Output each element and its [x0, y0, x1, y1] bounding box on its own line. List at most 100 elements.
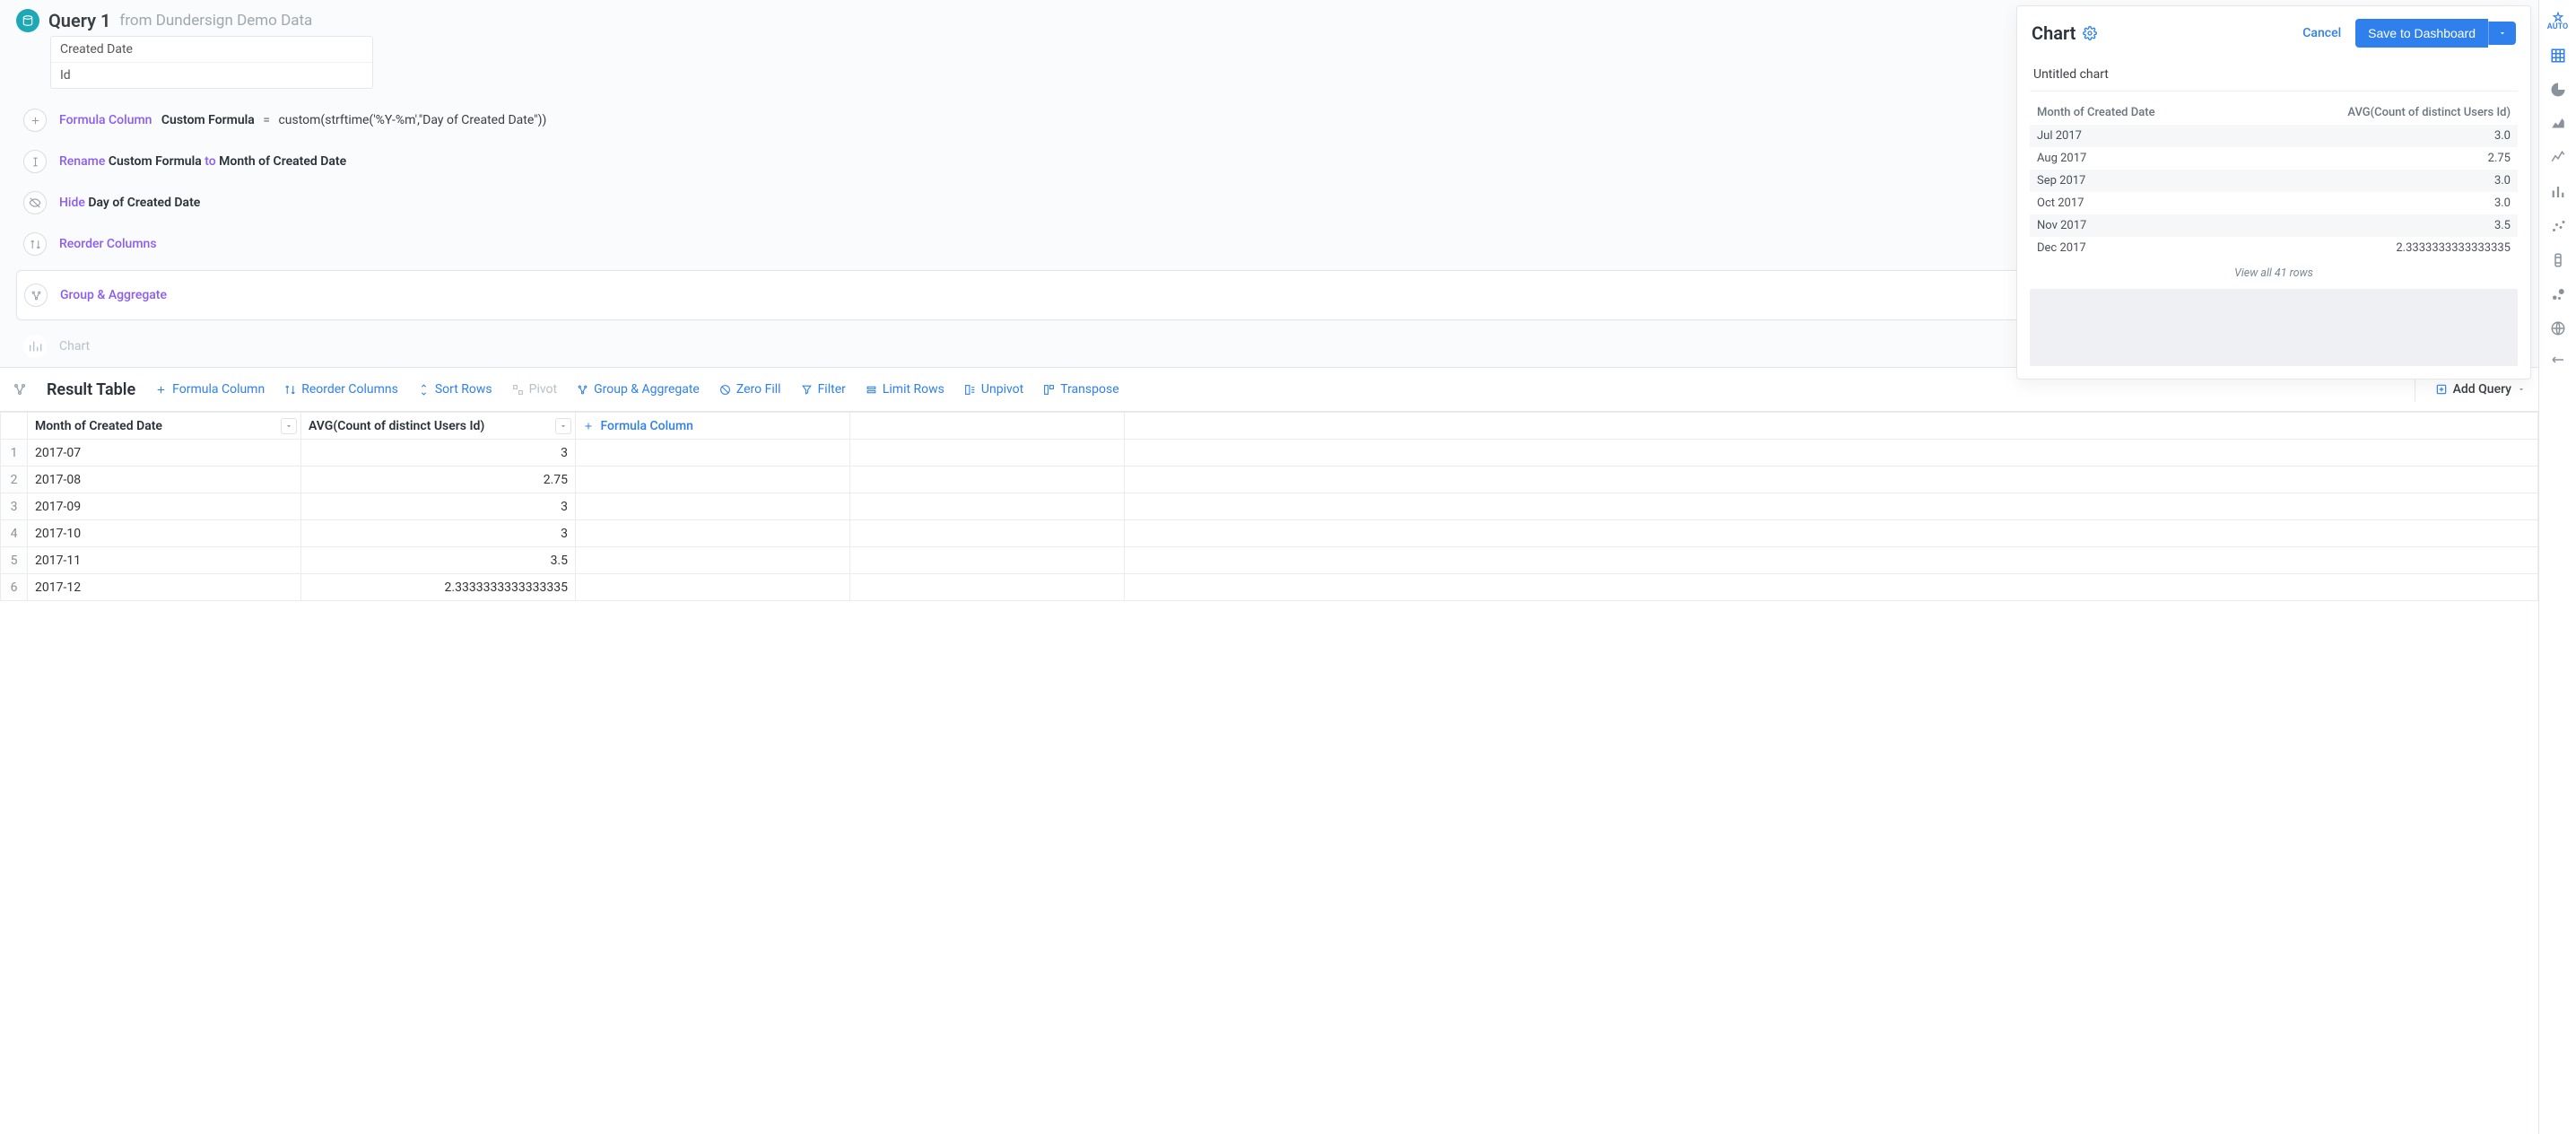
save-to-dashboard-button[interactable]: Save to Dashboard — [2355, 19, 2488, 48]
column-item[interactable]: Created Date — [51, 37, 372, 63]
table-row[interactable]: 42017-103 — [1, 520, 2538, 547]
line-chart-button[interactable] — [2541, 142, 2575, 174]
chart-panel-title: Chart — [2032, 22, 2076, 44]
column-header-month[interactable]: Month of Created Date — [28, 413, 301, 440]
result-table-grid[interactable]: Month of Created Date AVG(Count of disti… — [0, 411, 2538, 1134]
chart-cell-month: Dec 2017 — [2030, 237, 2239, 259]
chart-preview-row[interactable]: Nov 20173.5 — [2030, 214, 2518, 237]
result-table-title: Result Table — [47, 380, 135, 399]
save-dropdown-button[interactable] — [2488, 22, 2516, 45]
auto-chart-button[interactable]: AUTO — [2541, 5, 2575, 38]
chart-preview-row[interactable]: Oct 20173.0 — [2030, 192, 2518, 214]
cell-value[interactable]: 3.5 — [301, 547, 576, 574]
column-header-formula[interactable]: Formula Column — [576, 413, 850, 440]
query-source-icon[interactable] — [16, 9, 39, 32]
cell-month[interactable]: 2017-08 — [28, 467, 301, 493]
table-row[interactable]: 22017-082.75 — [1, 467, 2538, 493]
cell-month[interactable]: 2017-07 — [28, 440, 301, 467]
chart-type-rail: AUTO — [2538, 0, 2576, 1134]
chevron-down-icon[interactable] — [281, 418, 297, 434]
unpivot-action[interactable]: Unpivot — [964, 382, 1023, 397]
cell-value[interactable]: 3 — [301, 440, 576, 467]
group-icon[interactable] — [24, 284, 48, 307]
row-number: 6 — [1, 574, 28, 601]
table-row[interactable]: 32017-093 — [1, 493, 2538, 520]
sort-rows-action[interactable]: Sort Rows — [418, 382, 492, 397]
transpose-action[interactable]: Transpose — [1043, 382, 1118, 397]
query-columns-list[interactable]: Created Date Id — [50, 36, 373, 89]
group-aggregate-action[interactable]: Group & Aggregate — [577, 382, 700, 397]
query-source[interactable]: from Dundersign Demo Data — [119, 12, 312, 30]
eye-off-icon[interactable] — [23, 191, 47, 214]
cell-value[interactable]: 2.3333333333333335 — [301, 574, 576, 601]
scatter-chart-button[interactable] — [2541, 210, 2575, 242]
table-row[interactable]: 62017-122.3333333333333335 — [1, 574, 2538, 601]
chart-preview-row[interactable]: Dec 20172.3333333333333335 — [2030, 237, 2518, 259]
step-label: Rename — [59, 154, 105, 169]
empty-cell — [1125, 467, 2538, 493]
column-header-label: Formula Column — [600, 419, 692, 433]
view-all-rows-link[interactable]: View all 41 rows — [2030, 259, 2518, 285]
empty-cell — [576, 440, 850, 467]
chart-preview-row[interactable]: Sep 20173.0 — [2030, 170, 2518, 192]
chart-cell-value: 2.3333333333333335 — [2239, 237, 2518, 259]
pie-chart-button[interactable] — [2541, 74, 2575, 106]
empty-cell — [850, 547, 1125, 574]
cell-value[interactable]: 2.75 — [301, 467, 576, 493]
formula-column-action[interactable]: Formula Column — [155, 382, 265, 397]
action-label: Filter — [818, 382, 846, 397]
reorder-icon[interactable] — [23, 232, 47, 256]
table-chart-button[interactable] — [2541, 39, 2575, 72]
table-row[interactable]: 12017-073 — [1, 440, 2538, 467]
rename-icon[interactable] — [23, 150, 47, 173]
plus-icon[interactable] — [23, 109, 47, 132]
filter-action[interactable]: Filter — [801, 382, 846, 397]
cell-month[interactable]: 2017-12 — [28, 574, 301, 601]
area-chart-button[interactable] — [2541, 108, 2575, 140]
empty-cell — [850, 440, 1125, 467]
empty-cell — [850, 493, 1125, 520]
rename-to-kw: to — [205, 154, 215, 169]
empty-cell — [850, 574, 1125, 601]
bar-chart-icon[interactable] — [23, 335, 47, 358]
cell-value[interactable]: 3 — [301, 520, 576, 547]
empty-cell — [576, 547, 850, 574]
reorder-columns-action[interactable]: Reorder Columns — [284, 382, 398, 397]
chart-name-input[interactable]: Untitled chart — [2030, 58, 2518, 92]
step-label: Group & Aggregate — [60, 288, 167, 302]
chevron-down-icon[interactable] — [555, 418, 571, 434]
cell-month[interactable]: 2017-10 — [28, 520, 301, 547]
gear-icon[interactable] — [2083, 26, 2097, 40]
table-row[interactable]: 52017-113.5 — [1, 547, 2538, 574]
action-label: Formula Column — [172, 382, 265, 397]
cell-value[interactable]: 3 — [301, 493, 576, 520]
empty-cell — [1125, 493, 2538, 520]
chart-col-header[interactable]: AVG(Count of distinct Users Id) — [2239, 100, 2518, 125]
bubble-chart-button[interactable] — [2541, 278, 2575, 310]
action-label: Zero Fill — [736, 382, 781, 397]
empty-cell — [850, 467, 1125, 493]
chart-preview-row[interactable]: Aug 20172.75 — [2030, 147, 2518, 170]
query-title[interactable]: Query 1 — [48, 10, 110, 31]
cell-month[interactable]: 2017-09 — [28, 493, 301, 520]
step-label: Formula Column — [59, 113, 152, 127]
zero-fill-action[interactable]: Zero Fill — [719, 382, 781, 397]
column-item[interactable]: Id — [51, 63, 372, 88]
limit-rows-action[interactable]: Limit Rows — [866, 382, 944, 397]
chart-col-header[interactable]: Month of Created Date — [2030, 100, 2239, 125]
more-charts-button[interactable] — [2541, 346, 2575, 379]
action-label: Sort Rows — [435, 382, 492, 397]
cell-month[interactable]: 2017-11 — [28, 547, 301, 574]
globe-chart-button[interactable] — [2541, 312, 2575, 345]
row-number: 1 — [1, 440, 28, 467]
add-query-button[interactable]: Add Query — [2435, 382, 2526, 397]
chart-preview-row[interactable]: Jul 20173.0 — [2030, 125, 2518, 147]
cancel-button[interactable]: Cancel — [2302, 26, 2341, 40]
column-header-avg[interactable]: AVG(Count of distinct Users Id) — [301, 413, 576, 440]
bar-chart-button[interactable] — [2541, 176, 2575, 208]
gauge-chart-button[interactable] — [2541, 244, 2575, 276]
action-label: Pivot — [529, 382, 557, 397]
chart-cell-value: 3.5 — [2239, 214, 2518, 237]
empty-column — [1125, 413, 2538, 440]
group-icon — [13, 382, 27, 397]
